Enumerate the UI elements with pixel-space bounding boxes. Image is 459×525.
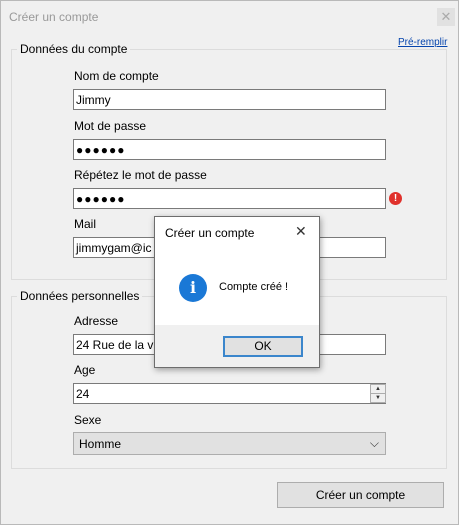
prefill-link[interactable]: Pré-remplir [398,37,447,48]
repeat-password-label: Répétez le mot de passe [74,168,207,182]
personal-group-legend: Données personnelles [17,289,143,303]
window-title: Créer un compte [9,10,99,24]
password-field[interactable]: ●●●●●● [73,139,386,160]
chevron-down-icon: ⌵ [369,436,379,450]
error-icon: ! [389,192,402,205]
repeat-password-field[interactable]: ●●●●●● [73,188,386,209]
password-label: Mot de passe [74,119,147,133]
age-spinner: ▲ ▼ [370,384,386,403]
address-label: Adresse [74,314,119,328]
window-close-button[interactable]: ✕ [437,8,455,26]
info-icon: i [179,274,207,302]
create-account-button[interactable]: Créer un compte [277,482,444,508]
dialog-message: Compte créé ! [219,281,289,293]
message-dialog: Créer un compte ✕ i Compte créé ! OK [154,216,320,368]
mail-label: Mail [74,217,97,231]
age-stepper[interactable]: 24 [73,383,386,404]
age-label: Age [74,363,96,377]
account-group-legend: Données du compte [17,42,131,56]
dialog-footer: OK [155,325,319,367]
username-field[interactable]: Jimmy [73,89,386,110]
dialog-close-button[interactable]: ✕ [295,223,307,240]
sex-label: Sexe [74,413,102,427]
ok-button[interactable]: OK [223,336,303,357]
sex-selected-value: Homme [79,437,122,451]
username-label: Nom de compte [74,69,159,83]
age-decrement-button[interactable]: ▼ [370,393,386,403]
title-bar: Créer un compte ✕ [1,1,458,31]
sex-select[interactable]: Homme ⌵ [73,432,386,455]
dialog-title: Créer un compte [165,226,255,240]
